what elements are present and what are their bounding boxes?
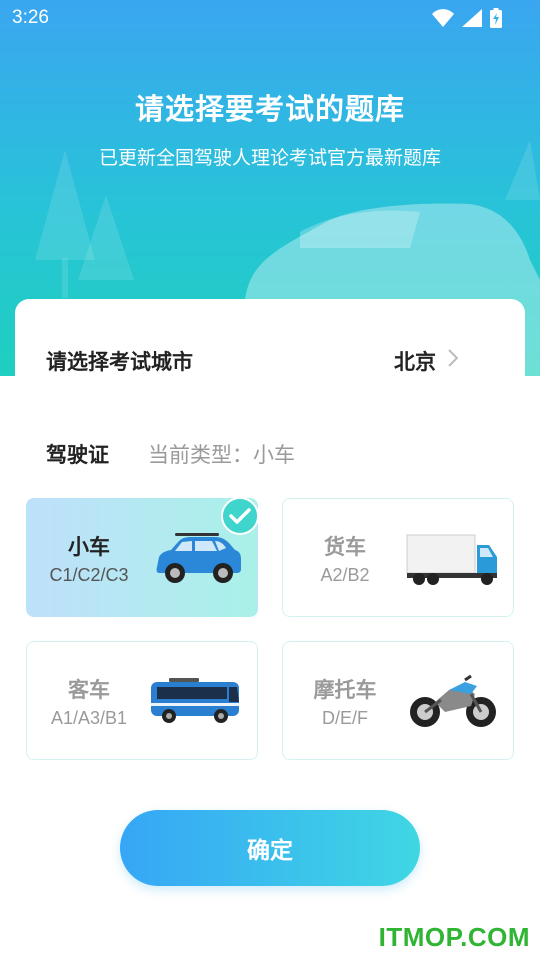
vehicle-name: 货车 (324, 535, 366, 559)
status-time: 3:26 (12, 7, 49, 28)
battery-charging-icon (490, 8, 502, 28)
vehicle-codes: A1/A3/B1 (50, 708, 128, 728)
city-value: 北京 (394, 350, 436, 374)
license-label: 驾驶证 (46, 443, 109, 467)
vehicle-card-truck[interactable]: 货车 A2/B2 (282, 498, 514, 617)
vehicle-codes: C1/C2/C3 (49, 565, 129, 585)
vehicle-name: 小车 (68, 535, 110, 559)
truck-icon (406, 534, 497, 585)
confirm-button[interactable]: 确定 (120, 810, 420, 886)
vehicle-codes: D/E/F (321, 708, 368, 728)
vehicle-card-motorcycle[interactable]: 摩托车 D/E/F (282, 641, 514, 760)
bus-icon (151, 678, 239, 723)
selected-check-icon (221, 497, 259, 535)
vehicle-name: 客车 (68, 678, 110, 702)
vehicle-card-car[interactable]: 小车 C1/C2/C3 (26, 497, 259, 617)
cellular-signal-icon (462, 9, 482, 27)
status-bar: 3:26 (0, 0, 540, 36)
vehicle-card-bus[interactable]: 客车 A1/A3/B1 (26, 641, 258, 760)
motorcycle-icon (410, 674, 496, 727)
watermark-logo: ITMOP.COM (378, 922, 530, 952)
page-subtitle: 已更新全国驾驶人理论考试官方最新题库 (98, 147, 441, 169)
car-icon (156, 533, 241, 583)
wifi-icon (432, 9, 454, 27)
license-row: 驾驶证 当前类型：小车 (46, 436, 486, 470)
page-title: 请选择要考试的题库 (134, 92, 405, 126)
vehicle-codes: A2/B2 (320, 565, 370, 585)
current-type: 当前类型：小车 (148, 443, 295, 467)
city-selector[interactable]: 请选择考试城市 北京 (46, 340, 466, 380)
chevron-right-icon (448, 349, 458, 367)
city-label: 请选择考试城市 (46, 350, 193, 374)
vehicle-name: 摩托车 (313, 678, 377, 702)
